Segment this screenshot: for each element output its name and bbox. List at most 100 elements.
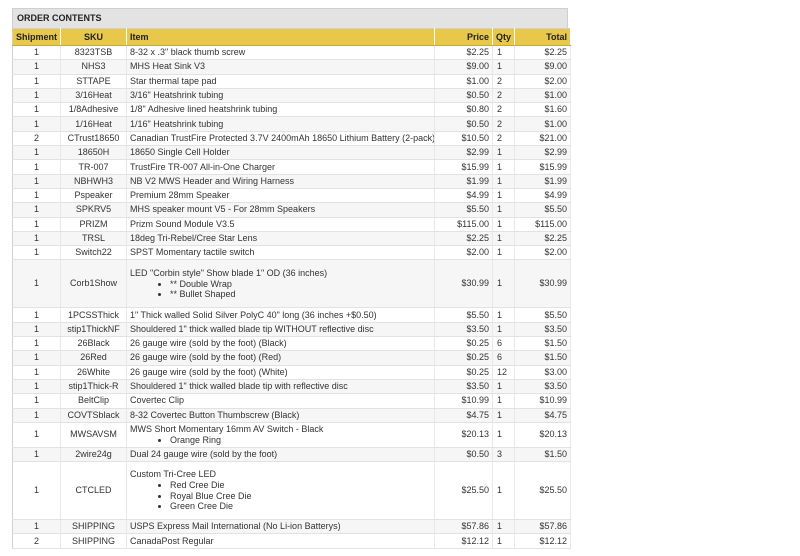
cell-item: MHS Heat Sink V3 [126, 59, 435, 75]
cell-shipment: 1 [12, 74, 61, 89]
table-row: 1 18650H 18650 Single Cell Holder $2.99 1 $2.… [12, 145, 571, 161]
col-header-item: Item [126, 28, 435, 46]
item-name: Dual 24 gauge wire (sold by the foot) [130, 448, 278, 459]
table-row: 2 CTrust18650 Canadian TrustFire Protected… [12, 131, 571, 147]
item-name: Star thermal tape pad [130, 75, 217, 86]
item-options-list: Orange Ring [130, 435, 431, 446]
cell-qty: 1 [492, 322, 515, 338]
table-row: 1CTCLEDCustom Tri-Cree LEDRed Cree DieRo… [12, 461, 571, 521]
cell-price: $0.80 [434, 102, 493, 118]
cell-price: $20.13 [434, 422, 493, 448]
cell-total: $2.00 [514, 245, 571, 261]
table-row: 1 STTAPE Star thermal tape pad $1.00 2 $2.00 [12, 74, 571, 89]
cell-qty: 2 [492, 88, 515, 104]
cell-total: $25.50 [514, 461, 571, 521]
table-row: 1 TR-007 TrustFire TR-007 All-in-One Charg… [12, 159, 571, 175]
cell-price: $10.99 [434, 393, 493, 409]
cell-item: 3/16" Heatshrink tubing [126, 88, 435, 104]
table-row: 2 SHIPPING CanadaPost Regular $12.12 1 $12.12 [12, 533, 571, 549]
cell-item: TrustFire TR-007 All-in-One Charger [126, 159, 435, 175]
cell-sku: Pspeaker [60, 188, 127, 204]
cell-total: $1.60 [514, 102, 571, 118]
cell-shipment: 2 [12, 131, 61, 147]
item-name: Shouldered 1" thick walled blade tip wit… [130, 381, 348, 392]
cell-price: $4.75 [434, 408, 493, 423]
table-row: 1 Pspeaker Premium 28mm Speaker $4.99 1 $4.99 [12, 188, 571, 204]
cell-item: LED "Corbin style" Show blade 1" OD (36 … [126, 259, 435, 309]
table-row: 1 Switch22 SPST Momentary tactile switch $2… [12, 245, 571, 261]
cell-qty: 1 [492, 202, 515, 218]
cell-shipment: 1 [12, 159, 61, 175]
cell-sku: BeltClip [60, 393, 127, 409]
item-name: Premium 28mm Speaker [130, 190, 230, 201]
cell-total: $5.50 [514, 307, 571, 323]
cell-price: $1.99 [434, 174, 493, 189]
table-row: 1 TRSL 18deg Tri-Rebel/Cree Star Lens $2.25… [12, 231, 571, 247]
cell-qty: 3 [492, 447, 515, 463]
cell-total: $57.86 [514, 519, 571, 535]
table-row: 1 stip1Thick-R Shouldered 1" thick walled … [12, 379, 571, 395]
item-options-list: ** Double Wrap** Bullet Shaped [130, 279, 431, 300]
cell-total: $2.25 [514, 231, 571, 247]
cell-item: 26 gauge wire (sold by the foot) (White) [126, 365, 435, 380]
cell-item: Covertec Clip [126, 393, 435, 409]
cell-item: Premium 28mm Speaker [126, 188, 435, 204]
cell-shipment: 1 [12, 217, 61, 232]
cell-item: Prizm Sound Module V3.5 [126, 217, 435, 232]
cell-shipment: 1 [12, 188, 61, 204]
cell-item: 1/8" Adhesive lined heatshrink tubing [126, 102, 435, 118]
cell-price: $25.50 [434, 461, 493, 521]
table-row: 1 1/16Heat 1/16" Heatshrink tubing $0.50 2 $1… [12, 116, 571, 132]
col-header-shipment: Shipment [12, 28, 61, 46]
cell-shipment: 1 [12, 461, 61, 521]
item-options-list: Red Cree DieRoyal Blue Cree DieGreen Cre… [130, 480, 431, 512]
item-name: 1/16" Heatshrink tubing [130, 118, 224, 129]
cell-sku: TRSL [60, 231, 127, 247]
item-name: MHS Heat Sink V3 [130, 61, 206, 72]
cell-total: $3.50 [514, 379, 571, 395]
cell-sku: 1/8Adhesive [60, 102, 127, 118]
cell-shipment: 1 [12, 102, 61, 118]
table-row: 1 MWSAVSM MWS Short Momentary 16mm AV Swit… [12, 422, 571, 448]
cell-shipment: 1 [12, 145, 61, 161]
cell-qty: 1 [492, 307, 515, 323]
cell-item: Dual 24 gauge wire (sold by the foot) [126, 447, 435, 463]
cell-shipment: 1 [12, 519, 61, 535]
cell-qty: 1 [492, 145, 515, 161]
cell-item: Shouldered 1" thick walled blade tip WIT… [126, 322, 435, 338]
cell-item: 18650 Single Cell Holder [126, 145, 435, 161]
cell-qty: 2 [492, 74, 515, 89]
item-name: Prizm Sound Module V3.5 [130, 218, 235, 229]
cell-qty: 1 [492, 59, 515, 75]
cell-shipment: 1 [12, 307, 61, 323]
col-header-sku: SKU [60, 28, 127, 46]
cell-price: $115.00 [434, 217, 493, 232]
cell-item: USPS Express Mail International (No Li-i… [126, 519, 435, 535]
cell-total: $2.25 [514, 45, 571, 61]
cell-shipment: 1 [12, 379, 61, 395]
cell-item: MWS Short Momentary 16mm AV Switch - Bla… [126, 422, 435, 448]
cell-qty: 1 [492, 188, 515, 204]
cell-sku: Switch22 [60, 245, 127, 261]
cell-shipment: 1 [12, 259, 61, 309]
cell-sku: 26White [60, 365, 127, 380]
item-name: 8-32 x .3" black thumb screw [130, 47, 246, 58]
cell-item: 1/16" Heatshrink tubing [126, 116, 435, 132]
cell-sku: 1/16Heat [60, 116, 127, 132]
cell-total: $30.99 [514, 259, 571, 309]
cell-price: $1.00 [434, 74, 493, 89]
cell-item: 26 gauge wire (sold by the foot) (Red) [126, 350, 435, 366]
table-row: 1 SHIPPING USPS Express Mail International… [12, 519, 571, 535]
cell-sku: 3/16Heat [60, 88, 127, 104]
cell-total: $1.50 [514, 447, 571, 463]
cell-qty: 1 [492, 159, 515, 175]
item-name: USPS Express Mail International (No Li-i… [130, 521, 341, 532]
cell-shipment: 1 [12, 174, 61, 189]
cell-total: $3.50 [514, 322, 571, 338]
cell-total: $15.99 [514, 159, 571, 175]
cell-shipment: 1 [12, 408, 61, 423]
cell-price: $12.12 [434, 533, 493, 549]
cell-qty: 6 [492, 350, 515, 366]
item-option: Red Cree Die [170, 480, 431, 491]
cell-qty: 1 [492, 217, 515, 232]
